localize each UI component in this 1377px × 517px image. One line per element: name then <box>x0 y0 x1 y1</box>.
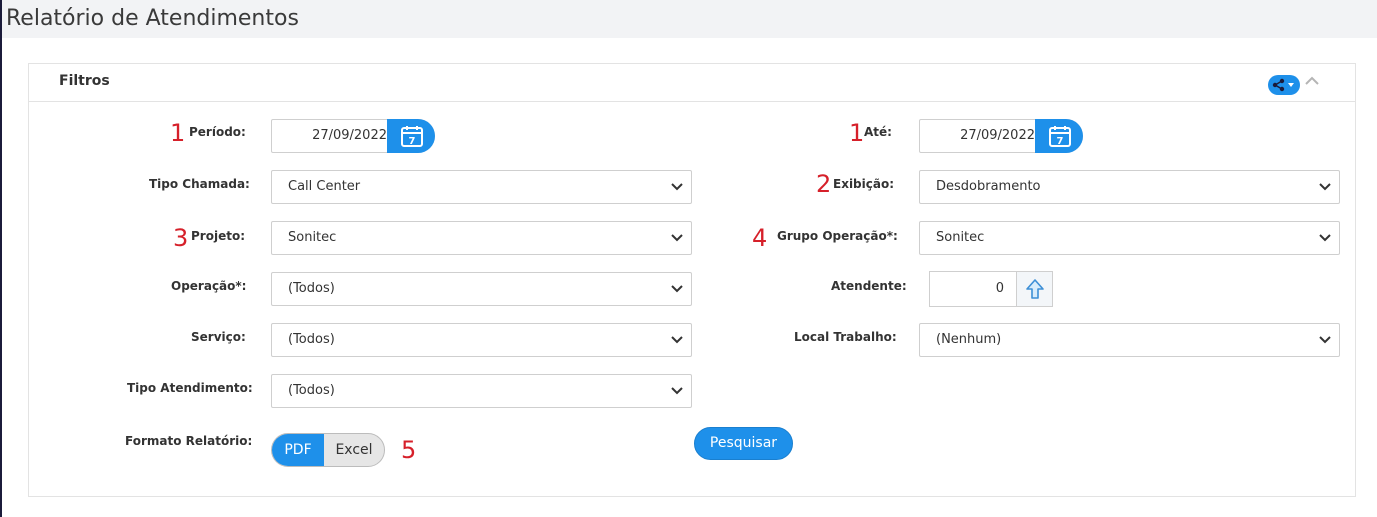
projeto-value: Sonitec <box>288 230 337 245</box>
share-icon <box>1272 78 1294 92</box>
chevron-down-icon <box>671 183 683 191</box>
grupo-operacao-select[interactable]: Sonitec <box>919 221 1340 255</box>
pesquisar-button[interactable]: Pesquisar <box>694 427 793 460</box>
tipo-chamada-select[interactable]: Call Center <box>271 170 692 204</box>
marker-2-exibicao: 2 <box>816 170 832 198</box>
collapse-chevron-up-icon[interactable] <box>1305 76 1319 86</box>
marker-5-formato: 5 <box>401 436 417 464</box>
chevron-down-icon <box>671 285 683 293</box>
periodo-date-field[interactable]: 27/09/2022 7 <box>271 119 435 153</box>
tipo-chamada-label: Tipo Chamada: <box>149 177 250 191</box>
formato-relatorio-toggle: PDF Excel <box>271 433 385 467</box>
chevron-down-icon <box>1319 336 1331 344</box>
operacao-select[interactable]: (Todos) <box>271 272 692 306</box>
servico-value: (Todos) <box>288 332 335 347</box>
share-button[interactable] <box>1268 75 1300 95</box>
servico-label: Serviço: <box>191 330 246 344</box>
formato-pdf-option[interactable]: PDF <box>272 434 324 466</box>
ate-date-value: 27/09/2022 <box>960 128 1035 143</box>
atendente-label: Atendente: <box>831 279 907 293</box>
ate-label: Até: <box>864 125 892 139</box>
atendente-up-button[interactable] <box>1017 271 1053 307</box>
tipo-chamada-value: Call Center <box>288 179 361 194</box>
filters-panel: Filtros 1 Período: 27/09/2022 7 1 Até: 2… <box>28 63 1356 497</box>
window-left-edge <box>0 0 2 517</box>
projeto-label: Projeto: <box>191 229 245 243</box>
calendar-icon: 7 <box>401 126 423 147</box>
exibicao-select[interactable]: Desdobramento <box>919 170 1340 204</box>
projeto-select[interactable]: Sonitec <box>271 221 692 255</box>
tipo-atendimento-label: Tipo Atendimento: <box>127 381 253 395</box>
grupo-operacao-label: Grupo Operação*: <box>777 229 898 243</box>
chevron-down-icon <box>1319 234 1331 242</box>
marker-4-grupo: 4 <box>752 224 768 252</box>
operacao-value: (Todos) <box>288 281 335 296</box>
caret-down-icon <box>1288 83 1294 87</box>
atendente-input[interactable]: 0 <box>929 271 1017 307</box>
periodo-date-value: 27/09/2022 <box>312 128 387 143</box>
arrow-up-icon <box>1026 279 1044 299</box>
grupo-operacao-value: Sonitec <box>936 230 985 245</box>
svg-text:7: 7 <box>409 136 416 147</box>
exibicao-label: Exibição: <box>833 177 895 191</box>
operacao-label: Operação*: <box>171 279 247 293</box>
chevron-down-icon <box>1319 183 1331 191</box>
svg-text:7: 7 <box>1057 136 1064 147</box>
marker-3-projeto: 3 <box>173 224 189 252</box>
periodo-label: Período: <box>189 125 246 139</box>
ate-date-field[interactable]: 27/09/2022 7 <box>919 119 1083 153</box>
tipo-atendimento-select[interactable]: (Todos) <box>271 374 692 408</box>
marker-1-periodo: 1 <box>170 119 186 147</box>
exibicao-value: Desdobramento <box>936 179 1041 194</box>
periodo-calendar-button[interactable]: 7 <box>387 119 435 153</box>
local-trabalho-select[interactable]: (Nenhum) <box>919 323 1340 357</box>
panel-title: Filtros <box>59 73 110 89</box>
chevron-down-icon <box>671 387 683 395</box>
chevron-down-icon <box>671 234 683 242</box>
marker-1-ate: 1 <box>849 119 865 147</box>
servico-select[interactable]: (Todos) <box>271 323 692 357</box>
local-trabalho-value: (Nenhum) <box>936 332 1002 347</box>
tipo-atendimento-value: (Todos) <box>288 383 335 398</box>
local-trabalho-label: Local Trabalho: <box>794 330 897 344</box>
filters-panel-header: Filtros <box>29 64 1355 102</box>
chevron-down-icon <box>671 336 683 344</box>
page-title: Relatório de Atendimentos <box>6 6 299 31</box>
ate-calendar-button[interactable]: 7 <box>1035 119 1083 153</box>
calendar-icon: 7 <box>1049 126 1071 147</box>
formato-excel-option[interactable]: Excel <box>324 434 384 466</box>
formato-relatorio-label: Formato Relatório: <box>125 434 253 448</box>
